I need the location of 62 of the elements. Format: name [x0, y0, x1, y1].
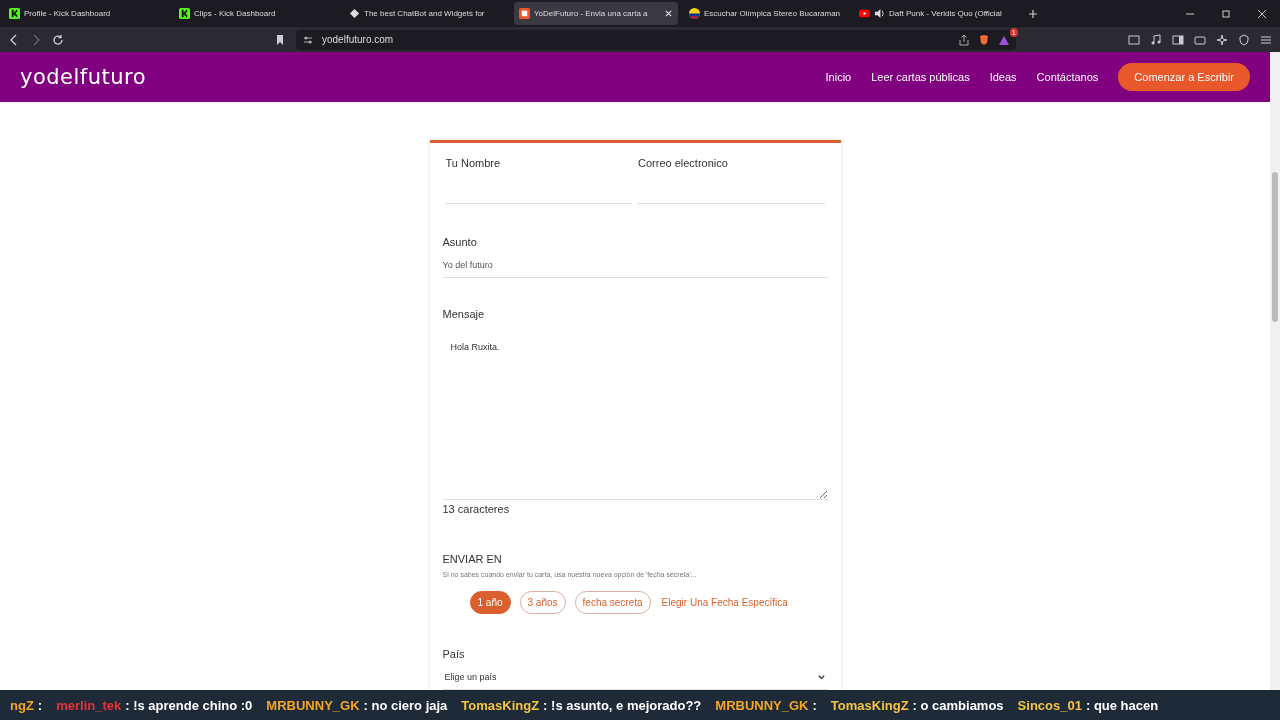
chat-message: : no ciero jaja — [363, 697, 448, 713]
chat-username: TomasKingZ — [830, 697, 909, 713]
chat-message: : !s aprende chino :0 — [125, 697, 253, 713]
browser-tab[interactable]: Profile - Kick Dashboard — [4, 2, 168, 25]
chat-message: : !s asunto, e mejorado?? — [543, 697, 702, 713]
sidebar-icon[interactable] — [1172, 33, 1184, 46]
option-pill[interactable]: 3 años — [519, 590, 566, 614]
chat-message: : — [37, 697, 43, 713]
specific-date-link[interactable]: Elegir Una Fecha Específica — [661, 596, 788, 608]
chat-username: MRBUNNY_GK — [266, 697, 360, 713]
site-logo[interactable]: yodelfuturo — [20, 65, 147, 89]
k-logo-icon — [9, 8, 20, 19]
k-logo-icon — [179, 8, 190, 19]
notification-badge: 1 — [1009, 27, 1018, 37]
browser-tab[interactable]: Daft Punk - Veridis Quo (Official — [854, 2, 1018, 25]
browser-tab[interactable]: The best ChatBot and Widgets for — [344, 2, 508, 25]
chat-username: merlin_tek — [56, 697, 122, 713]
section-heading: ENVIAR EN — [442, 552, 503, 565]
screen-icon[interactable] — [1128, 33, 1140, 46]
scrollbar[interactable] — [1270, 52, 1280, 690]
browser-tab[interactable]: Escuchar Olímpica Stereo Bucaraman — [684, 2, 848, 25]
menu-icon[interactable] — [1260, 33, 1272, 46]
chat-message: : que hacen — [1085, 697, 1159, 713]
chat-username: TomasKingZ — [461, 697, 540, 713]
lion-shield-icon[interactable] — [978, 33, 990, 46]
flag-icon — [689, 8, 700, 19]
option-pill[interactable]: fecha secreta — [574, 590, 651, 614]
start-writing-button[interactable]: Comenzar a Escribir — [1118, 63, 1250, 91]
browser-tab[interactable]: YoDelFuturo - Envia una carta a — [514, 2, 678, 25]
letter-icon — [519, 8, 530, 19]
bookmark-icon[interactable] — [274, 33, 286, 46]
field-label: Correo electronico — [638, 157, 729, 169]
music-icon[interactable] — [1150, 33, 1162, 46]
close-icon[interactable] — [664, 9, 673, 18]
nav-link[interactable]: Leer cartas públicas — [871, 71, 970, 83]
nav-link[interactable]: Ideas — [989, 71, 1017, 83]
nav-link[interactable]: Inicio — [825, 71, 852, 83]
diamond-icon — [349, 8, 360, 19]
chat-message: : o cambiamos — [912, 697, 1004, 713]
play-icon — [859, 8, 870, 19]
browser-tab[interactable]: Clips - Kick Dashboard — [174, 2, 338, 25]
restore-icon[interactable] — [1221, 8, 1231, 19]
field-label: Mensaje — [442, 308, 486, 321]
reload-icon[interactable] — [52, 33, 64, 46]
share-icon[interactable] — [958, 33, 970, 46]
chat-username: Sincos_01 — [1017, 697, 1082, 713]
address-bar[interactable]: yodelfuturo.com 1 — [296, 29, 1016, 50]
wallet-icon[interactable] — [1194, 33, 1206, 46]
chat-message: : — [812, 697, 817, 713]
field-label: Tu Nombre — [445, 157, 502, 169]
new-tab-icon[interactable] — [1028, 8, 1038, 19]
field-label: Asunto — [442, 236, 478, 248]
field-label: País — [442, 647, 466, 660]
character-count: 13 caracteres — [442, 502, 511, 515]
option-pill[interactable]: 1 año — [469, 590, 511, 614]
chat-username: MRBUNNY_GK — [715, 697, 809, 713]
close-icon[interactable] — [1257, 8, 1267, 19]
sparkle-icon[interactable] — [1216, 33, 1228, 46]
chat-username: ngZ — [10, 697, 34, 713]
shield-icon[interactable] — [1238, 33, 1250, 46]
chevron-icon — [816, 672, 826, 682]
nav-link[interactable]: Contáctanos — [1036, 71, 1099, 83]
